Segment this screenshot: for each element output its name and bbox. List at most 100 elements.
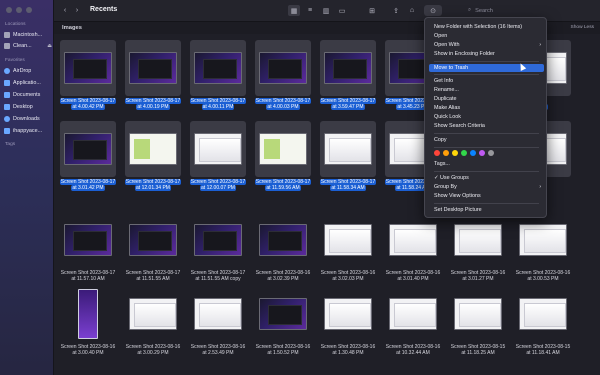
file-name: Screen Shot 2023-08-17 at 11.51.55 AM bbox=[122, 270, 184, 282]
back-button[interactable]: ‹ bbox=[60, 5, 70, 16]
eject-icon[interactable]: ⏏ bbox=[47, 43, 52, 49]
forward-button[interactable]: › bbox=[72, 5, 82, 16]
menu-item-duplicate[interactable]: Duplicate bbox=[429, 95, 544, 103]
show-less-button[interactable]: Show Less bbox=[571, 25, 594, 30]
file-thumbnail-frame bbox=[60, 286, 116, 342]
file-name: Screen Shot 2023-08-16 at 3.02.39 PM bbox=[252, 270, 314, 282]
file-item[interactable]: Screen Shot 2023-08-16 at 3.02.39 PM bbox=[252, 212, 314, 292]
zoom-button[interactable] bbox=[26, 7, 32, 13]
image-thumbnail bbox=[259, 133, 307, 165]
file-item[interactable]: Screen Shot 2023-08-17 at 11.51.55 AM bbox=[122, 212, 184, 292]
tag-color-dot[interactable] bbox=[470, 150, 476, 156]
sidebar-item-desktop[interactable]: Desktop bbox=[4, 102, 52, 112]
file-thumbnail-frame bbox=[60, 212, 116, 268]
menu-item-quick-look[interactable]: Quick Look bbox=[429, 113, 544, 121]
file-name-line1: Screen Shot 2023-08-17 bbox=[189, 179, 247, 185]
file-item[interactable]: Screen Shot 2023-08-16 at 1.50.52 PM bbox=[252, 286, 314, 366]
sidebar-item-clean-volume[interactable]: Clean... ⏏ bbox=[4, 41, 52, 51]
image-thumbnail bbox=[519, 224, 567, 256]
file-name: Screen Shot 2023-08-17 at 3.01.42 PM bbox=[57, 179, 119, 192]
sidebar-item-downloads[interactable]: Downloads bbox=[4, 114, 52, 124]
icon-view-button[interactable]: ▦ bbox=[288, 5, 300, 16]
file-name: Screen Shot 2023-08-16 at 2.53.49 PM bbox=[187, 344, 249, 356]
file-name: Screen Shot 2023-08-17 at 3.59.47 PM bbox=[317, 98, 379, 111]
file-item[interactable]: Screen Shot 2023-08-15 at 11.18.41 AM bbox=[512, 286, 574, 366]
menu-item-group-by[interactable]: Group By › bbox=[429, 183, 544, 191]
file-name-line2: at 4.00.19 PM bbox=[136, 104, 170, 111]
tag-color-dot[interactable] bbox=[479, 150, 485, 156]
tag-color-dot[interactable] bbox=[452, 150, 458, 156]
file-item[interactable]: Screen Shot 2023-08-17 at 3.59.47 PM bbox=[317, 40, 379, 120]
file-item[interactable]: Screen Shot 2023-08-17 at 4.00.42 PM bbox=[57, 40, 119, 120]
file-item[interactable]: Screen Shot 2023-08-16 at 3.01.27 PM bbox=[447, 212, 509, 292]
menu-item-show-in-enclosing-folder[interactable]: Show in Enclosing Folder bbox=[429, 50, 544, 58]
file-name: Screen Shot 2023-08-16 at 3.00.29 PM bbox=[122, 344, 184, 356]
ellipsis-circle-icon: ⊙ bbox=[430, 7, 436, 15]
file-name-line1: Screen Shot 2023-08-16 bbox=[320, 344, 376, 350]
file-name-line1: Screen Shot 2023-08-16 bbox=[450, 270, 506, 276]
file-item[interactable]: Screen Shot 2023-08-17 at 11.51.55 AM cop… bbox=[187, 212, 249, 292]
menu-item-open[interactable]: Open bbox=[429, 32, 544, 40]
list-view-button[interactable]: ≡ bbox=[304, 5, 316, 16]
file-item[interactable]: Screen Shot 2023-08-16 at 3.00.53 PM bbox=[512, 212, 574, 292]
file-item[interactable]: Screen Shot 2023-08-16 at 1.30.48 PM bbox=[317, 286, 379, 366]
menu-item-use-groups[interactable]: ✓ Use Groups bbox=[429, 174, 544, 182]
file-item[interactable]: Screen Shot 2023-08-15 at 11.18.25 AM bbox=[447, 286, 509, 366]
search-field[interactable]: ⌕ Search bbox=[462, 5, 592, 16]
sidebar-item-airdrop[interactable]: AirDrop bbox=[4, 66, 52, 76]
file-name-line1: Screen Shot 2023-08-17 bbox=[189, 98, 247, 104]
file-item[interactable]: Screen Shot 2023-08-16 at 10.32.44 AM bbox=[382, 286, 444, 366]
file-item[interactable]: Screen Shot 2023-08-16 at 3.01.40 PM bbox=[382, 212, 444, 292]
file-item[interactable]: Screen Shot 2023-08-16 at 3.00.40 PM bbox=[57, 286, 119, 366]
file-item[interactable]: Screen Shot 2023-08-17 at 11.59.56 AM bbox=[252, 121, 314, 201]
column-view-button[interactable]: ▥ bbox=[320, 5, 332, 16]
menu-item-rename[interactable]: Rename... bbox=[429, 86, 544, 94]
file-item[interactable]: Screen Shot 2023-08-16 at 2.53.49 PM bbox=[187, 286, 249, 366]
menu-item-make-alias[interactable]: Make Alias bbox=[429, 104, 544, 112]
menu-item-get-info[interactable]: Get Info bbox=[429, 77, 544, 85]
file-name-line1: Screen Shot 2023-08-15 bbox=[515, 344, 571, 350]
file-item[interactable]: Screen Shot 2023-08-17 at 12.01.34 PM bbox=[122, 121, 184, 201]
menu-item-tags[interactable]: Tags... bbox=[429, 160, 544, 168]
file-name-line2: at 11.18.25 AM bbox=[461, 350, 495, 357]
file-item[interactable]: Screen Shot 2023-08-17 at 4.00.03 PM bbox=[252, 40, 314, 120]
group-button[interactable]: ⊞ bbox=[364, 5, 380, 16]
file-item[interactable]: Screen Shot 2023-08-17 at 4.00.11 PM bbox=[187, 40, 249, 120]
file-item[interactable]: Screen Shot 2023-08-17 at 4.00.19 PM bbox=[122, 40, 184, 120]
file-item[interactable]: Screen Shot 2023-08-17 at 11.58.34 AM bbox=[317, 121, 379, 201]
file-item[interactable]: Screen Shot 2023-08-17 at 12.00.07 PM bbox=[187, 121, 249, 201]
finder-window: Locations Macintosh... Clean... ⏏ Favori… bbox=[0, 0, 600, 375]
file-item[interactable]: Screen Shot 2023-08-16 at 3.00.29 PM bbox=[122, 286, 184, 366]
menu-item-show-search-criteria[interactable]: Show Search Criteria bbox=[429, 122, 544, 130]
menu-item-copy[interactable]: Copy bbox=[429, 136, 544, 144]
menu-item-move-to-trash[interactable]: Move to Trash bbox=[429, 64, 544, 72]
image-thumbnail bbox=[324, 298, 372, 330]
file-item[interactable]: Screen Shot 2023-08-17 at 11.57.10 AM bbox=[57, 212, 119, 292]
sidebar-item-home[interactable]: ihappyace... bbox=[4, 126, 52, 136]
gallery-view-button[interactable]: ▭ bbox=[336, 5, 348, 16]
menu-item-new-folder-with-selection[interactable]: New Folder with Selection (16 Items) bbox=[429, 23, 544, 31]
tag-color-dot[interactable] bbox=[434, 150, 440, 156]
action-menu-button[interactable]: ⊙ bbox=[424, 5, 442, 16]
search-placeholder: Search bbox=[475, 7, 493, 14]
tag-button[interactable]: ⌂ bbox=[406, 5, 418, 16]
sidebar-item-documents[interactable]: Documents bbox=[4, 90, 52, 100]
sidebar-item-macintosh-hd[interactable]: Macintosh... bbox=[4, 30, 52, 40]
file-item[interactable]: Screen Shot 2023-08-16 at 3.02.03 PM bbox=[317, 212, 379, 292]
menu-item-open-with[interactable]: Open With › bbox=[429, 41, 544, 49]
tag-color-dot[interactable] bbox=[461, 150, 467, 156]
file-name-line2: at 11.51.55 AM copy bbox=[195, 276, 241, 283]
sidebar-tags-header: Tags bbox=[5, 142, 16, 147]
menu-item-show-view-options[interactable]: Show View Options bbox=[429, 192, 544, 200]
tag-color-dot[interactable] bbox=[488, 150, 494, 156]
menu-item-set-desktop-picture[interactable]: Set Desktop Picture bbox=[429, 206, 544, 214]
tag-color-dot[interactable] bbox=[443, 150, 449, 156]
file-thumbnail-frame bbox=[320, 40, 376, 96]
minimize-button[interactable] bbox=[16, 7, 22, 13]
window-title: Recents bbox=[90, 6, 118, 13]
file-item[interactable]: Screen Shot 2023-08-17 at 3.01.42 PM bbox=[57, 121, 119, 201]
close-button[interactable] bbox=[6, 7, 12, 13]
share-button[interactable]: ⇪ bbox=[390, 5, 402, 16]
image-thumbnail bbox=[78, 289, 98, 339]
sidebar-item-applications[interactable]: Applicatio... bbox=[4, 78, 52, 88]
